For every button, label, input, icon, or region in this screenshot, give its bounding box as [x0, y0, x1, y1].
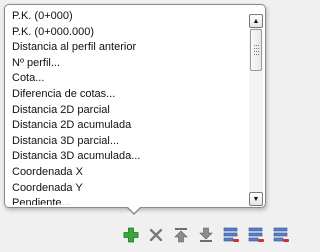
- list-item[interactable]: Coordenada X: [10, 165, 246, 181]
- list-item[interactable]: Pendiente...: [10, 196, 246, 205]
- scroll-thumb[interactable]: [250, 29, 262, 71]
- toolbar: [122, 224, 290, 246]
- list-item[interactable]: Coordenada Y: [10, 181, 246, 197]
- grip-line: [254, 51, 259, 53]
- list-item[interactable]: P.K. (0+000.000): [10, 25, 246, 41]
- list-item[interactable]: Distancia al perfil anterior: [10, 40, 246, 56]
- vertical-scrollbar[interactable]: ▲ ▼: [249, 14, 263, 206]
- grip-line: [254, 45, 259, 47]
- move-down-icon: [199, 227, 213, 242]
- list-remove-icon: [248, 227, 264, 242]
- field-list[interactable]: P.K. (0+000) P.K. (0+000.000) Distancia …: [10, 9, 246, 205]
- list-remove-icon: [223, 227, 239, 242]
- scroll-up-button[interactable]: ▲: [249, 14, 263, 28]
- delete-button[interactable]: [147, 226, 165, 244]
- scroll-down-button[interactable]: ▼: [249, 192, 263, 206]
- grip-line: [254, 54, 259, 56]
- delete-icon: [149, 228, 163, 242]
- list-item[interactable]: Cota...: [10, 71, 246, 87]
- popup-pointer-fill: [127, 206, 141, 213]
- list-remove-button[interactable]: [247, 226, 265, 244]
- list-remove-button[interactable]: [222, 226, 240, 244]
- add-button[interactable]: [122, 226, 140, 244]
- list-item[interactable]: Distancia 3D parcial...: [10, 134, 246, 150]
- list-remove-button[interactable]: [272, 226, 290, 244]
- list-item[interactable]: Distancia 2D parcial: [10, 103, 246, 119]
- list-item[interactable]: Distancia 2D acumulada: [10, 118, 246, 134]
- field-dropdown-popup: P.K. (0+000) P.K. (0+000.000) Distancia …: [4, 4, 266, 208]
- arrow-down-icon: ▼: [252, 195, 260, 203]
- list-item[interactable]: Diferencia de cotas...: [10, 87, 246, 103]
- add-icon: [123, 227, 139, 243]
- move-up-button[interactable]: [172, 226, 190, 244]
- list-remove-icon: [273, 227, 289, 242]
- move-up-icon: [174, 228, 188, 243]
- grip-line: [254, 48, 259, 50]
- list-item[interactable]: Nº perfil...: [10, 56, 246, 72]
- arrow-up-icon: ▲: [252, 17, 260, 25]
- list-item[interactable]: Distancia 3D acumulada...: [10, 149, 246, 165]
- list-item[interactable]: P.K. (0+000): [10, 9, 246, 25]
- move-down-button[interactable]: [197, 226, 215, 244]
